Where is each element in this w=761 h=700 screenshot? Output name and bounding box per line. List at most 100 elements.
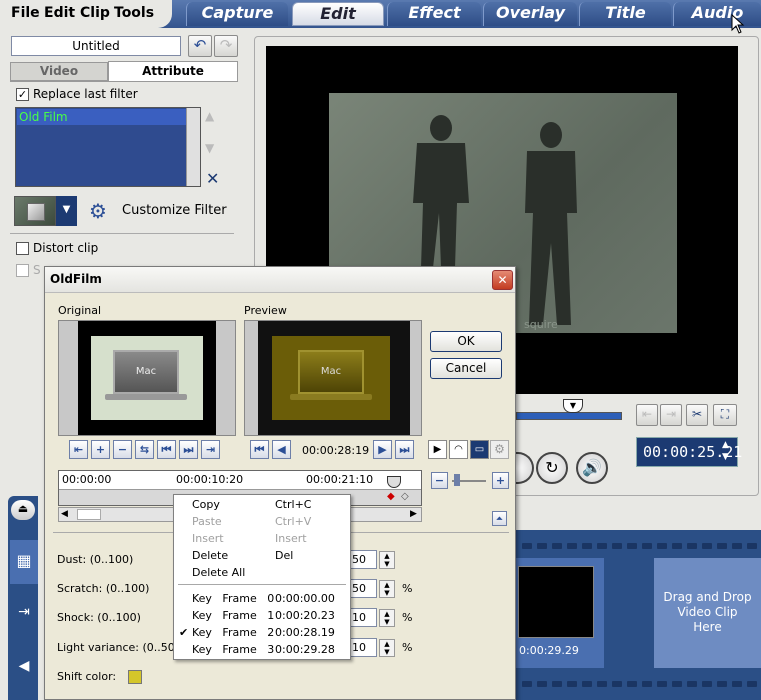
filter-item-old-film[interactable]: Old Film: [17, 109, 199, 125]
menu-file[interactable]: File: [11, 5, 40, 21]
monitor-button[interactable]: ▭: [470, 440, 489, 459]
menu-item-keyframe-2[interactable]: ✔ Key Frame 2 0:00:28.19: [174, 624, 350, 641]
menu-edit[interactable]: Edit: [44, 5, 75, 21]
last-keyframe-button[interactable]: ⏭: [179, 440, 198, 459]
mark-out-button[interactable]: ⇥: [660, 404, 682, 426]
zoom-slider-thumb[interactable]: [454, 474, 460, 486]
scissors-icon: ✂: [691, 407, 703, 421]
audio-view-icon[interactable]: ◀: [10, 654, 38, 680]
reverse-keyframe-button[interactable]: ⇆: [135, 440, 154, 459]
shift-color-swatch[interactable]: [128, 670, 142, 684]
ease-button[interactable]: ◠: [449, 440, 468, 459]
ok-button[interactable]: OK: [430, 331, 502, 352]
time-slider-handle[interactable]: [387, 476, 401, 488]
tab-attribute[interactable]: Attribute: [108, 61, 238, 81]
timeline-view-icon[interactable]: ⇥: [10, 600, 38, 626]
preset-dropdown-button[interactable]: ▼: [56, 196, 77, 226]
tab-audio[interactable]: Audio: [673, 2, 761, 26]
menu-item-keyframe-1[interactable]: Key Frame 1 0:00:20.23: [174, 607, 350, 624]
move-down-icon[interactable]: ▼: [205, 141, 214, 155]
timecode-spinner-icon[interactable]: ▲ ▼: [722, 439, 729, 463]
menu-clip[interactable]: Clip: [80, 5, 110, 21]
go-start-button[interactable]: ⏮: [250, 440, 269, 459]
film-hole: [672, 681, 682, 687]
expand-button[interactable]: ⏶: [492, 511, 507, 526]
distort-clip-checkbox[interactable]: [16, 242, 29, 255]
menu-item-copy[interactable]: Copy Ctrl+C: [174, 496, 350, 513]
scroll-thumb[interactable]: [77, 509, 101, 520]
menu-item-delete-all[interactable]: Delete All: [174, 564, 350, 581]
film-hole: [702, 543, 712, 549]
remove-keyframe-button[interactable]: −: [113, 440, 132, 459]
menu-item-label: Key Frame 1: [192, 609, 275, 622]
scrubber-handle[interactable]: ▼: [563, 399, 583, 413]
scratch-label: Scratch: (0..100): [57, 582, 150, 595]
tab-edit[interactable]: Edit: [292, 2, 384, 26]
zoom-in-button[interactable]: +: [492, 472, 509, 489]
eject-icon[interactable]: ⏏: [11, 500, 35, 520]
first-keyframe-button[interactable]: ⏮: [157, 440, 176, 459]
keyframe-marker[interactable]: ◇: [401, 491, 409, 502]
customize-filter-icon[interactable]: ⚙: [89, 199, 115, 223]
redo-icon: ↷: [219, 36, 233, 54]
menu-item-insert[interactable]: Insert Insert: [174, 530, 350, 547]
add-keyframe-button[interactable]: +: [91, 440, 110, 459]
menu-item-delete[interactable]: Delete Del: [174, 547, 350, 564]
cancel-button[interactable]: Cancel: [430, 358, 502, 379]
cut-clip-button[interactable]: ✂: [686, 404, 708, 426]
undo-button[interactable]: ↶: [188, 35, 212, 57]
tab-capture[interactable]: Capture: [186, 2, 288, 26]
close-icon: ✕: [497, 273, 508, 287]
next-frame-button[interactable]: ▶: [373, 440, 392, 459]
go-end-button[interactable]: ⏭: [395, 440, 414, 459]
mark-in-button[interactable]: ⇤: [636, 404, 658, 426]
menu-item-keyframe-0[interactable]: Key Frame 0 0:00:00.00: [174, 590, 350, 607]
menu-item-keyframe-3[interactable]: Key Frame 3 0:00:29.28: [174, 641, 350, 658]
add-keyframe-left-button[interactable]: ⇤: [69, 440, 88, 459]
zoom-out-button[interactable]: −: [431, 472, 448, 489]
storyboard-view-icon[interactable]: ▦: [10, 540, 38, 584]
scroll-right-icon[interactable]: ▶: [410, 509, 417, 519]
remove-filter-icon[interactable]: ✕: [206, 169, 219, 188]
menu-item-label: Key Frame 3: [192, 643, 275, 656]
scratch-spinner[interactable]: ▲ ▼: [379, 580, 395, 598]
menu-item-paste[interactable]: Paste Ctrl+V: [174, 513, 350, 530]
shift-color-label: Shift color:: [57, 670, 117, 683]
drop-zone[interactable]: Drag and Drop Video Clip Here: [654, 558, 761, 668]
tab-effect[interactable]: Effect: [387, 2, 481, 26]
speaker-icon: 🔊: [582, 458, 602, 477]
move-up-icon[interactable]: ▲: [205, 109, 214, 123]
menu-item-label: Paste: [192, 515, 222, 528]
scroll-left-icon[interactable]: ◀: [61, 509, 68, 519]
disabled-checkbox[interactable]: [16, 264, 29, 277]
add-keyframe-right-button[interactable]: ⇥: [201, 440, 220, 459]
dust-spinner[interactable]: ▲ ▼: [379, 551, 395, 569]
tab-overlay[interactable]: Overlay: [483, 2, 577, 26]
filter-preset-thumbnail[interactable]: [14, 196, 56, 226]
repeat-button[interactable]: ↻: [536, 452, 568, 484]
menu-item-shortcut: Ctrl+C: [275, 498, 312, 511]
prev-frame-button[interactable]: ◀: [272, 440, 291, 459]
filter-list[interactable]: Old Film: [15, 107, 201, 187]
enlarge-preview-button[interactable]: ⛶: [713, 404, 737, 426]
play-preview-button[interactable]: ▶: [428, 440, 447, 459]
undo-icon: ↶: [193, 36, 207, 54]
tab-video[interactable]: Video: [10, 62, 108, 81]
tab-title[interactable]: Title: [579, 2, 671, 26]
shock-spinner[interactable]: ▲ ▼: [379, 609, 395, 627]
close-button[interactable]: ✕: [492, 270, 513, 290]
replace-last-filter-checkbox[interactable]: ✓: [16, 88, 29, 101]
settings-button[interactable]: ⚙: [490, 440, 509, 459]
filter-list-scrollbar[interactable]: [186, 108, 200, 186]
volume-button[interactable]: 🔊: [576, 452, 608, 484]
redo-button[interactable]: ↷: [214, 35, 238, 57]
keyframe-marker-selected[interactable]: ◆: [387, 491, 395, 502]
clip-slot[interactable]: 0:00:29.29: [516, 558, 604, 668]
menu-item-label: Delete All: [192, 566, 246, 579]
dialog-title: OldFilm: [50, 272, 102, 286]
project-name-field[interactable]: Untitled: [11, 36, 181, 56]
light-variance-spinner[interactable]: ▲ ▼: [379, 639, 395, 657]
customize-filter-button[interactable]: Customize Filter: [122, 203, 227, 218]
menu-item-label: Key Frame 2: [192, 626, 275, 639]
menu-tools[interactable]: Tools: [114, 5, 154, 21]
